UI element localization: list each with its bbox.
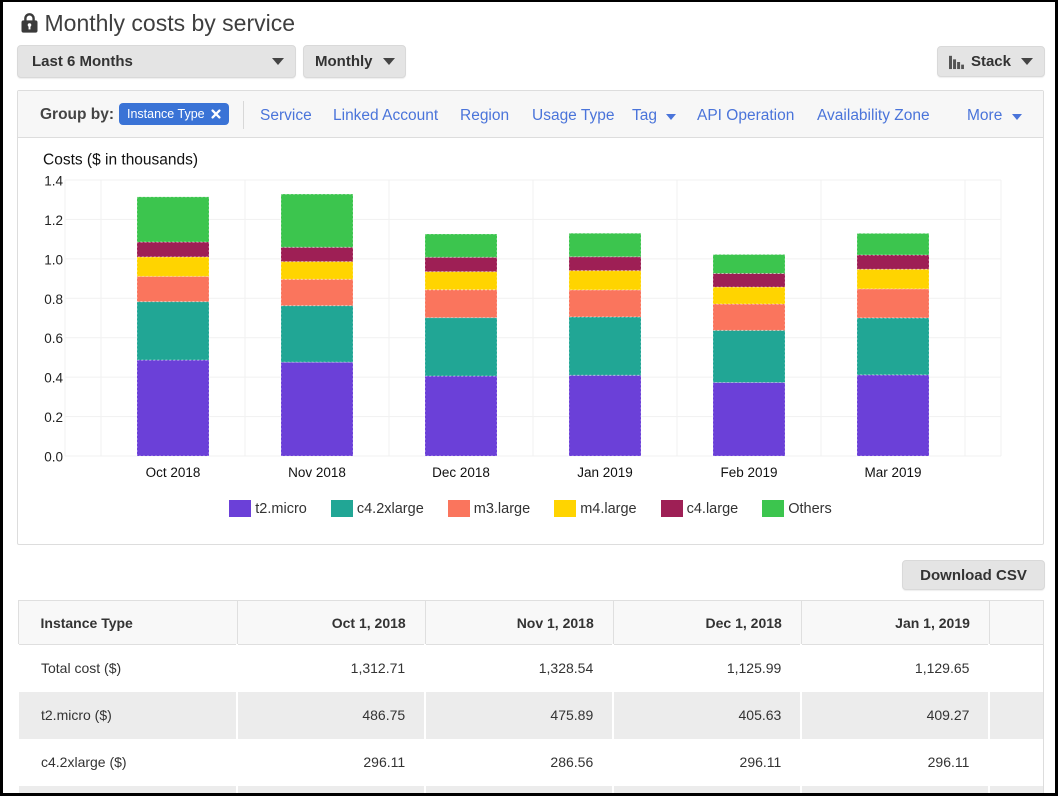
svg-text:Jan 2019: Jan 2019 [577,465,633,480]
svg-text:Dec 2018: Dec 2018 [432,465,490,480]
svg-text:0.6: 0.6 [44,331,63,346]
svg-text:0.2: 0.2 [44,410,63,425]
svg-text:0.0: 0.0 [44,450,63,465]
svg-text:0.8: 0.8 [44,292,63,307]
svg-text:Feb 2019: Feb 2019 [720,465,777,480]
svg-text:1.2: 1.2 [44,213,63,228]
svg-text:Costs ($ in thousands): Costs ($ in thousands) [43,152,198,169]
svg-text:Nov 2018: Nov 2018 [288,465,346,480]
svg-text:0.4: 0.4 [44,371,63,386]
svg-text:1.0: 1.0 [44,252,63,267]
svg-text:1.4: 1.4 [44,173,63,188]
svg-text:Oct 2018: Oct 2018 [146,465,201,480]
svg-text:Mar 2019: Mar 2019 [864,465,921,480]
